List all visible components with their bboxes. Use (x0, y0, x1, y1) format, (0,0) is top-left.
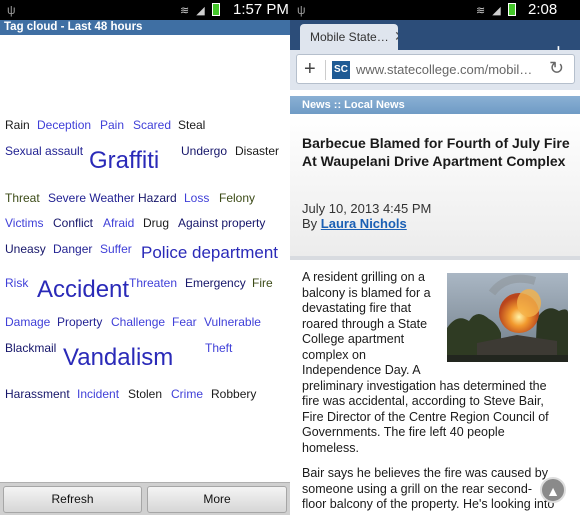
status-bar: ψ ≋ ◢ 2:08 PM (290, 0, 580, 35)
tag-link[interactable]: Robbery (211, 387, 256, 401)
url-field[interactable]: + SC www.statecollege.com/mobil… ↻ (296, 54, 575, 84)
tag-link[interactable]: Stolen (128, 387, 162, 401)
article-line: fire was accidental, according to Steve … (302, 394, 544, 408)
bottom-button-bar: Refresh More (0, 482, 290, 515)
tag-link[interactable]: Scared (133, 118, 171, 132)
tag-link[interactable]: Suffer (100, 242, 132, 256)
article-byline: By Laura Nichols (302, 216, 407, 231)
tag-link[interactable]: Emergency (185, 276, 246, 290)
battery-icon (507, 3, 516, 16)
article-headline: Barbecue Blamed for Fourth of July Fire … (302, 135, 570, 169)
article-paragraph: A resident grilling on a balcony is blame… (302, 270, 574, 456)
more-button[interactable]: More (147, 486, 287, 513)
article-line: balcony is blamed for a (302, 285, 431, 300)
tag-link[interactable]: Accident (37, 277, 129, 303)
byline-prefix: By (302, 216, 321, 231)
browser-screen: ψ ≋ ◢ 2:08 PM Mobile State… ✕ + + SC www… (290, 0, 580, 515)
tag-link[interactable]: Crime (171, 387, 203, 401)
chevron-up-icon: ▲ (546, 483, 560, 499)
tab-title: Mobile State… (310, 30, 389, 44)
tag-link[interactable]: Loss (184, 191, 209, 205)
tag-link[interactable]: Risk (5, 276, 28, 290)
wifi-icon: ≋ (476, 5, 488, 17)
address-bar: + SC www.statecollege.com/mobil… ↻ (290, 50, 580, 139)
tag-link[interactable]: Fire (252, 276, 273, 290)
article-line: devastating fire that (302, 301, 412, 315)
article-line: Fire Director of the Centre Region Counc… (302, 409, 549, 424)
tag-link[interactable]: Threat (5, 191, 40, 205)
article-date: July 10, 2013 4:45 PM (302, 201, 432, 216)
tag-link[interactable]: Hazard (138, 191, 177, 205)
status-bar: ψ ≋ ◢ 1:57 PM (0, 0, 290, 20)
tag-link[interactable]: Damage (5, 315, 50, 329)
divider (290, 256, 580, 260)
refresh-button[interactable]: Refresh (3, 486, 142, 513)
article-line: homeless. (302, 440, 359, 455)
tag-link[interactable]: Graffiti (89, 148, 159, 174)
battery-icon (211, 3, 220, 16)
tag-link[interactable]: Challenge (111, 315, 165, 329)
signal-icon: ◢ (492, 5, 503, 17)
usb-icon: ψ (297, 3, 306, 17)
article-paragraph: Bair says he believes the fire was cause… (302, 466, 574, 513)
tag-cloud-header: Tag cloud - Last 48 hours (0, 20, 290, 35)
tag-link[interactable]: Disaster (235, 144, 279, 158)
tag-link[interactable]: Deception (37, 118, 91, 132)
tag-link[interactable]: Severe Weather (48, 191, 135, 205)
wifi-icon: ≋ (180, 5, 192, 17)
close-icon[interactable]: ✕ (394, 28, 398, 45)
tag-cloud-screen: ψ ≋ ◢ 1:57 PM Tag cloud - Last 48 hours … (0, 0, 290, 515)
tag-link[interactable]: Vandalism (63, 345, 173, 371)
tag-link[interactable]: Felony (219, 191, 255, 205)
url-text[interactable]: www.statecollege.com/mobil… (356, 62, 532, 77)
article-line: preliminary investigation has determined… (302, 378, 547, 393)
article-line: floor balcony of the property. He's look… (302, 497, 555, 511)
tag-link[interactable]: Pain (100, 118, 124, 132)
tag-link[interactable]: Fear (172, 315, 197, 329)
article-line: complex on (302, 347, 366, 362)
site-favicon: SC (332, 61, 350, 79)
add-bookmark-icon[interactable]: + (304, 58, 316, 80)
reload-icon[interactable]: ↻ (549, 58, 564, 79)
browser-tab-bar: Mobile State… ✕ + (290, 20, 580, 63)
article-line: roared through a State (302, 316, 428, 331)
tag-link[interactable]: Property (57, 315, 102, 329)
browser-tab[interactable]: Mobile State… ✕ (300, 24, 398, 50)
tag-link[interactable]: Uneasy (5, 242, 46, 256)
article-line: Bair says he believes the fire was cause… (302, 466, 548, 480)
article-line: someone using a grill on the rear second… (302, 481, 532, 496)
article-line: Independence Day. A (302, 363, 421, 377)
usb-icon: ψ (7, 3, 16, 17)
url-separator (325, 60, 326, 80)
tag-link[interactable]: Drug (143, 216, 169, 230)
tag-link[interactable]: Undergo (181, 144, 227, 158)
article-line: A resident grilling on a (302, 270, 425, 284)
signal-icon: ◢ (196, 5, 207, 17)
tag-link[interactable]: Victims (5, 216, 43, 230)
tag-link[interactable]: Police department (141, 243, 278, 263)
tag-link[interactable]: Sexual assault (5, 144, 83, 158)
status-time: 1:57 PM (233, 1, 289, 18)
tag-link[interactable]: Blackmail (5, 341, 56, 355)
article-line: Governments. The fire left 40 people (302, 425, 505, 439)
tag-link[interactable]: Afraid (103, 216, 134, 230)
tag-link[interactable]: Conflict (53, 216, 93, 230)
tag-link[interactable]: Harassment (5, 387, 70, 401)
tag-link[interactable]: Danger (53, 242, 92, 256)
tag-link[interactable]: Theft (205, 341, 232, 355)
section-breadcrumb[interactable]: News :: Local News (290, 96, 580, 114)
signal-icons: ≋ ◢ (180, 3, 220, 17)
tag-link[interactable]: Against property (178, 216, 265, 230)
article-line: College apartment (302, 332, 405, 346)
tag-link[interactable]: Vulnerable (204, 315, 261, 329)
author-link[interactable]: Laura Nichols (321, 216, 407, 231)
scroll-to-top-button[interactable]: ▲ (540, 477, 566, 503)
tag-link[interactable]: Rain (5, 118, 30, 132)
tag-link[interactable]: Incident (77, 387, 119, 401)
tag-link[interactable]: Threaten (129, 276, 177, 290)
signal-icons: ≋ ◢ (476, 3, 516, 17)
tag-link[interactable]: Steal (178, 118, 205, 132)
